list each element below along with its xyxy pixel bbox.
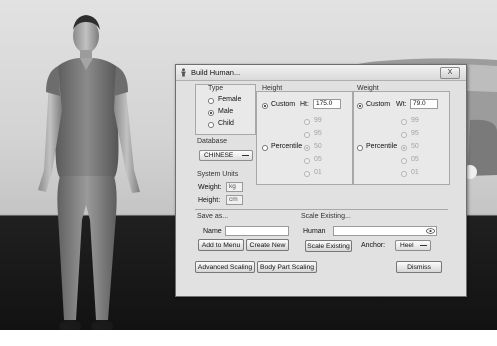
height-p95-label: 95 — [314, 130, 322, 137]
dialog-title: Build Human... — [191, 68, 241, 77]
height-p05-label: 05 — [314, 156, 322, 163]
add-to-menu-button[interactable]: Add to Menu — [198, 239, 244, 251]
units-height-label: Height: — [198, 197, 221, 204]
create-new-button[interactable]: Create New — [246, 239, 289, 251]
height-p50-label: 50 — [314, 143, 322, 150]
height-input[interactable]: 175.0 — [313, 99, 341, 109]
type-male-label: Male — [218, 108, 234, 115]
units-weight-label: Weight: — [198, 184, 222, 191]
weight-label: Weight — [357, 85, 379, 92]
type-female-radio[interactable] — [208, 98, 214, 104]
scale-existing-label: Scale Existing... — [301, 213, 351, 220]
scale-existing-button[interactable]: Scale Existing — [305, 240, 352, 252]
human-input[interactable] — [333, 226, 437, 236]
height-p99-radio[interactable] — [304, 119, 310, 125]
weight-p95-label: 95 — [411, 130, 419, 137]
height-custom-radio[interactable] — [262, 103, 268, 109]
database-label: Database — [197, 138, 227, 145]
height-p50-radio[interactable] — [304, 145, 310, 151]
chevron-down-icon — [242, 155, 249, 156]
close-button[interactable]: X — [440, 67, 460, 79]
weight-wt-label: Wt: — [396, 101, 407, 108]
type-child-label: Child — [218, 120, 234, 127]
dismiss-button[interactable]: Dismiss — [396, 261, 442, 273]
database-value: CHINESE — [204, 152, 234, 159]
build-human-dialog: Build Human... X Type Female Male Child … — [175, 64, 467, 297]
anchor-select[interactable]: Heel — [395, 240, 431, 251]
height-percentile-radio[interactable] — [262, 145, 268, 151]
weight-p01-radio[interactable] — [401, 171, 407, 177]
weight-percentile-radio[interactable] — [357, 145, 363, 151]
anchor-value: Heel — [400, 242, 414, 249]
human-label: Human — [303, 228, 326, 235]
weight-p01-label: 01 — [411, 169, 419, 176]
weight-p99-radio[interactable] — [401, 119, 407, 125]
dialog-titlebar[interactable]: Build Human... X — [176, 65, 466, 81]
type-male-radio[interactable] — [208, 110, 214, 116]
height-p05-radio[interactable] — [304, 158, 310, 164]
weight-input[interactable]: 79.0 — [410, 99, 438, 109]
type-label: Type — [208, 85, 224, 92]
bottom-edge — [0, 330, 497, 346]
weight-percentile-label: Percentile — [366, 143, 398, 150]
height-p01-label: 01 — [314, 169, 322, 176]
section-divider — [195, 209, 448, 210]
weight-p05-label: 05 — [411, 156, 419, 163]
eye-pick-icon[interactable] — [426, 228, 435, 234]
close-icon: X — [447, 69, 453, 76]
database-select[interactable]: CHINESE — [199, 150, 253, 161]
units-weight-field: kg — [226, 182, 243, 192]
weight-custom-label: Custom — [366, 101, 391, 108]
body-part-scaling-button[interactable]: Body Part Scaling — [257, 261, 317, 273]
system-units-label: System Units — [197, 171, 239, 178]
human-figure-icon — [180, 68, 187, 77]
save-as-label: Save as... — [197, 213, 229, 220]
weight-p50-radio[interactable] — [401, 145, 407, 151]
advanced-scaling-button[interactable]: Advanced Scaling — [195, 261, 255, 273]
weight-p95-radio[interactable] — [401, 132, 407, 138]
type-female-label: Female — [218, 96, 242, 103]
height-p95-radio[interactable] — [304, 132, 310, 138]
height-custom-label: Custom — [271, 101, 296, 108]
height-percentile-label: Percentile — [271, 143, 303, 150]
weight-p99-label: 99 — [411, 117, 419, 124]
height-label: Height — [262, 85, 283, 92]
weight-p05-radio[interactable] — [401, 158, 407, 164]
units-height-field: cm — [226, 195, 243, 205]
height-p01-radio[interactable] — [304, 171, 310, 177]
height-p99-label: 99 — [314, 117, 322, 124]
name-input[interactable] — [225, 226, 289, 236]
chevron-down-icon — [420, 245, 427, 246]
name-label: Name — [203, 228, 222, 235]
weight-custom-radio[interactable] — [357, 103, 363, 109]
anchor-label: Anchor: — [361, 242, 386, 249]
type-child-radio[interactable] — [208, 122, 214, 128]
height-ht-label: Ht: — [300, 101, 309, 108]
weight-p50-label: 50 — [411, 143, 419, 150]
